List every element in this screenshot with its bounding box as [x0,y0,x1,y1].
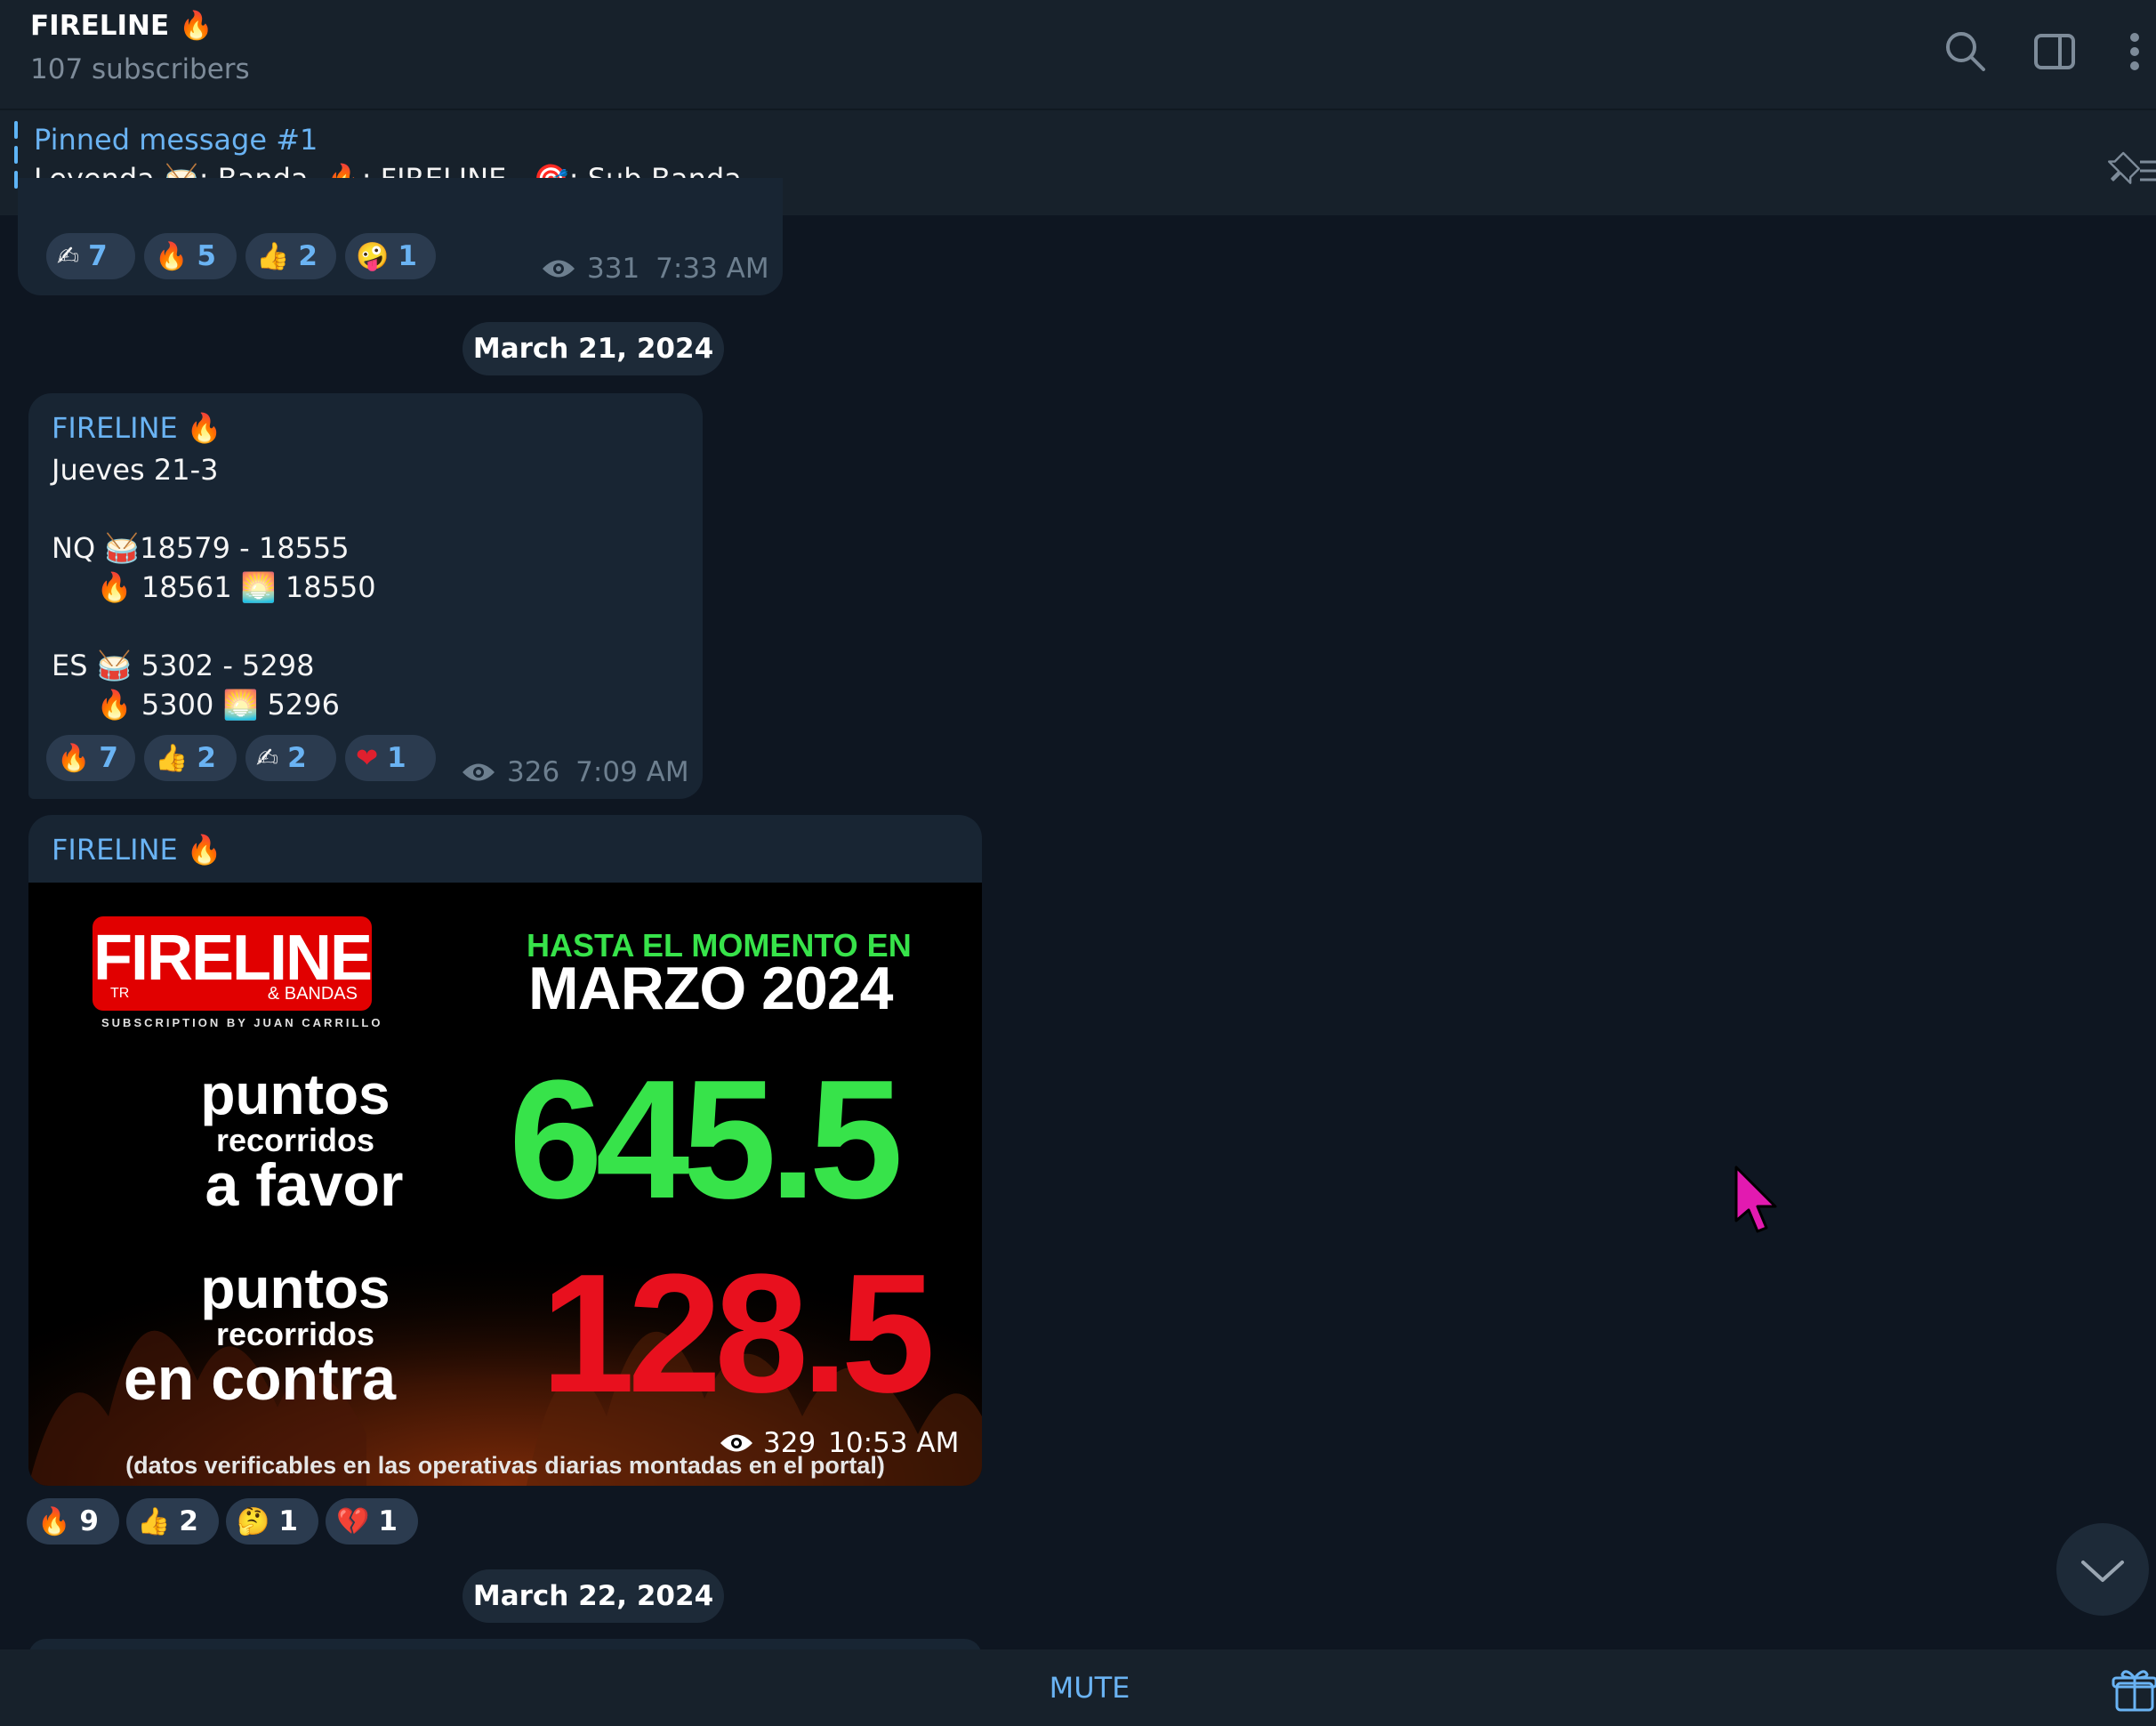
reaction-count: 7 [88,240,108,272]
reaction-count: 9 [79,1505,99,1537]
message-meta: 326 7:09 AM [461,756,689,788]
reaction-count: 7 [99,742,118,774]
message-sender[interactable]: FIRELINE 🔥 [52,833,222,867]
reaction-emoji: 👍 [155,742,189,774]
reaction-count: 1 [387,742,406,774]
favor-label-3: a favor [205,1151,404,1219]
reaction-emoji: 🔥 [155,240,189,272]
contra-value: 128.5 [541,1239,935,1428]
reaction-emoji: 🔥 [57,742,91,774]
message-line: ES 🥁 5302 - 5298 [52,649,315,682]
date-separator: March 22, 2024 [463,1569,724,1623]
reaction-thinking[interactable]: 🤔 1 [226,1498,318,1545]
reaction-emoji: 💔 [336,1505,370,1537]
bottom-bar: MUTE [0,1649,2156,1726]
date-separator: March 21, 2024 [463,322,724,375]
reaction-heart[interactable]: ❤ 1 [345,735,436,781]
gift-icon[interactable] [2112,1667,2156,1712]
chevron-down-icon [2081,1561,2124,1582]
message-meta: 329 10:53 AM [719,1427,959,1459]
message-line: 🔥 18561 🌅 18550 [52,570,376,604]
views-icon [463,763,495,781]
reaction-zany[interactable]: 🤪 1 [345,233,436,279]
reaction-thumbs-up[interactable]: 👍 2 [245,233,336,279]
reaction-emoji: 👍 [137,1505,171,1537]
logo-subtitle: SUBSCRIPTION BY JUAN CARRILLO [101,1016,383,1029]
pinned-title: Pinned message #1 [34,123,318,157]
reaction-fire[interactable]: 🔥 9 [27,1498,119,1545]
reaction-emoji: 👍 [256,240,290,272]
reaction-count: 2 [179,1505,198,1537]
message-sender[interactable]: FIRELINE 🔥 [52,411,222,445]
reaction-fire[interactable]: 🔥 5 [144,233,237,279]
reaction-count: 2 [287,742,307,774]
reaction-count: 2 [298,240,318,272]
message-time: 7:33 AM [656,253,769,285]
views-icon [720,1434,752,1452]
message-line: 🔥 5300 🌅 5296 [52,688,340,722]
pinned-list-icon[interactable] [2099,146,2156,190]
reaction-broken-heart[interactable]: 💔 1 [326,1498,418,1545]
message-meta: 331 7:33 AM [541,253,769,285]
reaction-fire[interactable]: 🔥 7 [46,735,135,781]
chat-header[interactable]: FIRELINE 🔥 107 subscribers [0,0,2156,110]
reaction-thumbs-up[interactable]: 👍 2 [144,735,237,781]
mute-button[interactable]: MUTE [0,1649,2156,1726]
reaction-writing[interactable]: ✍ 7 [46,233,135,279]
reaction-emoji: ❤ [356,742,379,774]
favor-label-1: puntos [200,1062,390,1126]
reaction-count: 1 [378,1505,398,1537]
message-line: Jueves 21-3 [52,453,219,487]
contra-label-1: puntos [200,1256,390,1320]
view-count: 326 [507,756,560,788]
message-time: 10:53 AM [828,1427,960,1459]
views-icon [543,260,575,278]
reaction-count: 5 [197,240,216,272]
view-count: 329 [763,1427,817,1459]
reaction-count: 1 [278,1505,298,1537]
message-time: 7:09 AM [575,756,689,788]
reaction-thumbs-up[interactable]: 👍 2 [126,1498,219,1545]
reaction-count: 2 [197,742,216,774]
mouse-cursor-icon [1734,1165,1777,1233]
reaction-emoji: ✍ [57,240,80,272]
message-line: NQ 🥁18579 - 18555 [52,531,350,565]
reaction-emoji: 🤪 [356,240,390,272]
reaction-count: 1 [398,240,417,272]
view-count: 331 [587,253,640,285]
reaction-emoji: 🔥 [37,1505,71,1537]
poster-month: MARZO 2024 [528,955,893,1022]
reaction-emoji: ✍ [256,742,279,774]
subscriber-count: 107 subscribers [30,53,250,85]
reaction-emoji: 🤔 [237,1505,270,1537]
message-image[interactable]: FIRELINE TR & BANDAS SUBSCRIPTION BY JUA… [28,883,982,1486]
channel-title[interactable]: FIRELINE 🔥 [30,9,213,42]
fireline-logo: FIRELINE TR & BANDAS [93,916,373,1011]
sidebar-toggle-icon[interactable] [2028,25,2081,78]
favor-value: 645.5 [509,1045,903,1234]
search-icon[interactable] [1939,25,1992,78]
more-icon[interactable] [2108,25,2156,78]
scroll-to-bottom-button[interactable] [2056,1523,2149,1616]
reaction-writing[interactable]: ✍ 2 [245,735,336,781]
contra-label-3: en contra [123,1345,397,1413]
